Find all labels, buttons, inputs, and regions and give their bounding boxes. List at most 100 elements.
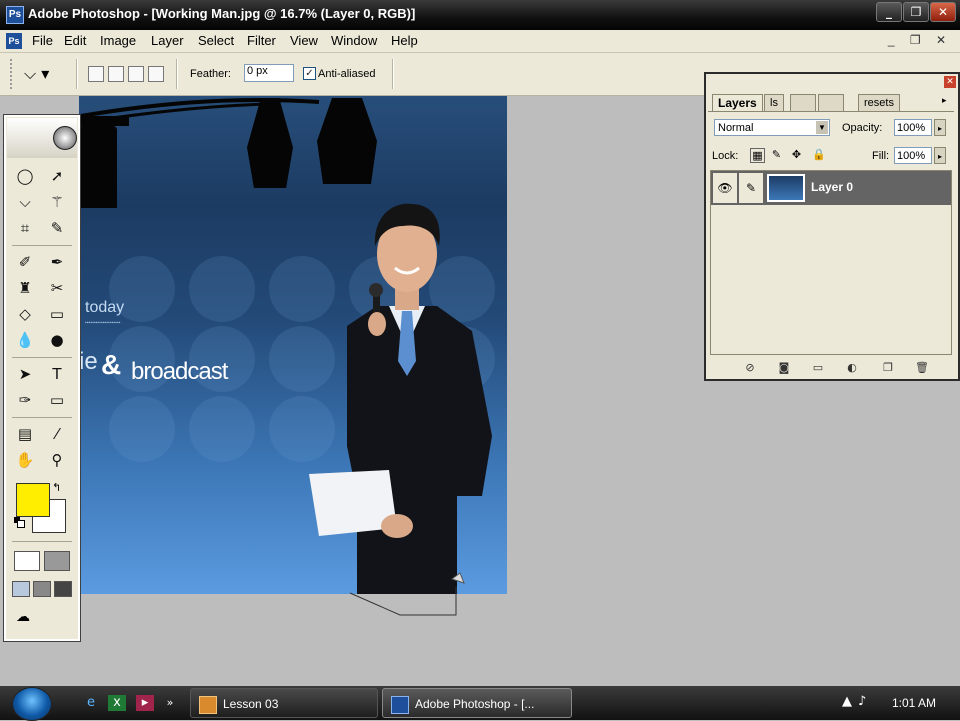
menu-image[interactable]: Image	[100, 33, 136, 48]
blend-mode-select[interactable]: Normal	[714, 119, 830, 136]
menu-view[interactable]: View	[290, 33, 318, 48]
tab-paths[interactable]	[790, 94, 816, 111]
document-icon[interactable]: Ps	[6, 33, 22, 49]
dodge-tool-icon[interactable]: ●	[46, 329, 68, 351]
new-group-icon[interactable]: ▭	[810, 361, 826, 375]
add-mask-icon[interactable]: ◙	[776, 361, 792, 375]
quick-mask-icon[interactable]	[44, 551, 70, 571]
screen-mode-full-icon[interactable]	[54, 581, 72, 597]
hand-tool-icon[interactable]: ✋	[14, 449, 36, 471]
lock-position-icon[interactable]: ✥	[790, 148, 803, 161]
task-adobe-photoshop[interactable]: Adobe Photoshop - [...	[382, 688, 572, 718]
marquee-icon[interactable]: ◯	[14, 165, 36, 187]
add-to-selection-icon[interactable]	[108, 66, 124, 82]
photoshop-icon	[391, 695, 409, 714]
feather-input[interactable]: 0 px	[244, 64, 294, 82]
visibility-eye-icon[interactable]: 👁	[713, 173, 737, 203]
feather-label: Feather:	[190, 68, 231, 80]
options-bar-grip[interactable]	[10, 59, 22, 89]
adobe-online-icon[interactable]	[53, 126, 77, 150]
layer-row[interactable]: 👁 ✎ Layer 0	[711, 171, 951, 205]
menu-help[interactable]: Help	[391, 33, 418, 48]
close-palette-button[interactable]: ✕	[944, 76, 956, 88]
anti-aliased-checkbox[interactable]: ✓	[303, 67, 316, 80]
new-layer-icon[interactable]: ❐	[880, 361, 896, 375]
tab-history[interactable]	[818, 94, 844, 111]
foreground-color-swatch[interactable]	[16, 483, 50, 517]
task-lesson-03[interactable]: Lesson 03	[190, 688, 378, 718]
document-window-controls[interactable]: _ ❐ ✕	[888, 33, 952, 47]
tab-layers[interactable]: Layers	[712, 94, 763, 111]
menu-edit[interactable]: Edit	[64, 33, 86, 48]
layer-thumbnail[interactable]	[767, 174, 805, 202]
document-canvas[interactable]: today ▪▪▪▪▪▪▪▪▪▪▪▪▪▪▪▪▪▪▪▪ ie & broadcas…	[79, 96, 507, 594]
standard-mode-icon[interactable]	[14, 551, 40, 571]
menu-layer[interactable]: Layer	[151, 33, 184, 48]
gradient-tool-icon[interactable]: ▭	[46, 303, 68, 325]
screen-mode-menu-icon[interactable]	[33, 581, 51, 597]
media-icon[interactable]: ▸	[136, 695, 154, 711]
eyedropper-icon[interactable]: ⁄	[46, 423, 68, 445]
healing-brush-icon[interactable]: ✐	[14, 251, 36, 273]
path-selection-icon[interactable]: ➤	[14, 363, 36, 385]
lock-image-icon[interactable]: ✎	[770, 148, 783, 161]
lasso-tool-icon[interactable]: ⌵	[14, 191, 36, 213]
fill-slider-icon[interactable]: ▸	[934, 147, 946, 164]
zoom-tool-icon[interactable]: ⚲	[46, 449, 68, 471]
system-tray-icons[interactable]: ▲♪	[842, 694, 872, 709]
layer-style-icon[interactable]: ⊘	[742, 361, 758, 375]
layer-list: 👁 ✎ Layer 0	[710, 170, 952, 355]
blur-tool-icon[interactable]: 💧	[14, 329, 36, 351]
opacity-slider-icon[interactable]: ▸	[934, 119, 946, 136]
separator	[392, 59, 394, 89]
trash-icon[interactable]: 🗑	[914, 361, 930, 375]
fill-input[interactable]: 100%	[894, 147, 932, 164]
type-tool-icon[interactable]: T	[46, 363, 68, 385]
close-button[interactable]: ✕	[930, 2, 956, 22]
toolbox-header[interactable]	[7, 118, 77, 158]
swap-colors-icon[interactable]: ↰	[52, 481, 61, 494]
excel-icon[interactable]: x	[108, 695, 126, 711]
default-colors-icon[interactable]	[14, 517, 25, 528]
pen-tool-icon[interactable]: ✑	[14, 389, 36, 411]
layer-name[interactable]: Layer 0	[811, 180, 853, 194]
intersect-selection-icon[interactable]	[148, 66, 164, 82]
eraser-tool-icon[interactable]: ◇	[14, 303, 36, 325]
clone-stamp-icon[interactable]: ♜	[14, 277, 36, 299]
tab-channels[interactable]: ls	[764, 94, 784, 111]
restore-button[interactable]: ❐	[903, 2, 929, 22]
brush-tool-icon[interactable]: ✒	[46, 251, 68, 273]
move-tool-icon[interactable]: ➚	[46, 165, 68, 187]
opacity-input[interactable]: 100%	[894, 119, 932, 136]
history-brush-icon[interactable]: ✂	[46, 277, 68, 299]
palette-menu-icon[interactable]: ▸	[942, 96, 947, 106]
menu-file[interactable]: File	[32, 33, 53, 48]
menu-window[interactable]: Window	[331, 33, 377, 48]
layers-palette: ✕ Layers ls resets ▸ Normal ▼ Opacity: 1…	[704, 72, 960, 381]
separator	[76, 59, 78, 89]
quicklaunch-overflow-icon[interactable]: »	[164, 695, 176, 711]
subtract-from-selection-icon[interactable]	[128, 66, 144, 82]
menu-filter[interactable]: Filter	[247, 33, 276, 48]
shape-tool-icon[interactable]: ▭	[46, 389, 68, 411]
lock-all-icon[interactable]: 🔒	[812, 148, 826, 161]
adjustment-layer-icon[interactable]: ◐	[844, 361, 860, 375]
start-button[interactable]	[12, 687, 52, 721]
lock-transparency-icon[interactable]: ▦	[750, 148, 765, 163]
link-brush-icon[interactable]: ✎	[739, 173, 763, 203]
slice-tool-icon[interactable]: ✎	[46, 217, 68, 239]
chevron-down-icon[interactable]: ▼	[816, 121, 828, 134]
minimize-button[interactable]: _	[876, 2, 902, 22]
jump-to-imageready-icon[interactable]: ☁	[16, 609, 66, 629]
menu-select[interactable]: Select	[198, 33, 234, 48]
magic-wand-icon[interactable]: ⚚	[46, 191, 68, 213]
notes-tool-icon[interactable]: ▤	[14, 423, 36, 445]
tab-presets[interactable]: resets	[858, 94, 900, 111]
new-selection-icon[interactable]	[88, 66, 104, 82]
stage-light-left	[79, 126, 117, 208]
crop-tool-icon[interactable]: ⌗	[14, 217, 36, 239]
screen-mode-standard-icon[interactable]	[12, 581, 30, 597]
clock[interactable]: 1:01 AM	[892, 696, 936, 710]
polygonal-lasso-icon[interactable]: ⌵ ▾	[24, 62, 64, 86]
internet-explorer-icon[interactable]: e	[82, 695, 100, 711]
